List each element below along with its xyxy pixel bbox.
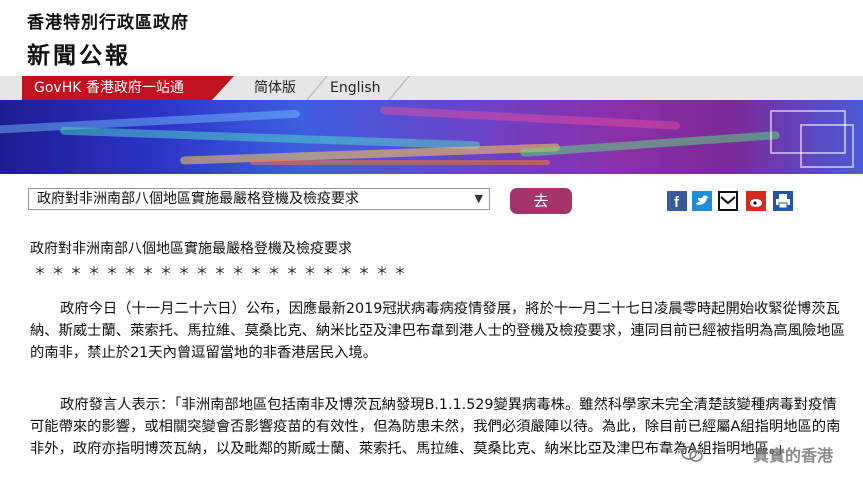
chevron-down-icon: ▼ [474, 192, 483, 205]
watermark: 真實的香港 [752, 446, 833, 465]
article-paragraph: 政府發言人表示：「非洲南部地區包括南非及博茨瓦納發現B.1.1.529變異病毒株… [30, 397, 841, 457]
article-paragraph: 政府今日（十一月二十六日）公布，因應最新2019冠狀病毒病疫情發展，將於十一月二… [30, 301, 845, 361]
selected-option: 政府對非洲南部八個地區實施最嚴格登機及檢疫要求 [37, 191, 359, 207]
department-name: 香港特別行政區政府 [27, 13, 189, 33]
govhk-link[interactable]: GovHK 香港政府一站通 [22, 76, 234, 100]
english-link[interactable]: English [330, 76, 381, 100]
nav-divider [387, 76, 411, 100]
page-title: 新聞公報 [27, 43, 131, 69]
facebook-icon[interactable]: f [667, 191, 687, 211]
nav-divider [305, 76, 329, 100]
twitter-icon[interactable] [692, 191, 712, 211]
title-separator: ＊＊＊＊＊＊＊＊＊＊＊＊＊＊＊＊＊＊＊＊＊ [34, 264, 413, 278]
print-icon[interactable] [773, 191, 793, 211]
wechat-icon [681, 446, 703, 462]
page-header: 香港特別行政區政府 新聞公報 [0, 0, 863, 76]
press-release-select[interactable]: 政府對非洲南部八個地區實施最嚴格登機及檢疫要求 ▼ [28, 188, 490, 210]
email-icon[interactable] [718, 191, 738, 211]
weibo-icon[interactable] [746, 191, 766, 211]
simplified-chinese-link[interactable]: 简体版 [254, 76, 296, 100]
go-button[interactable]: 去 [510, 188, 572, 214]
article-title: 政府對非洲南部八個地區實施最嚴格登機及檢疫要求 [30, 241, 352, 257]
top-navigation: GovHK 香港政府一站通 简体版 English [0, 76, 863, 100]
header-banner [0, 100, 863, 174]
